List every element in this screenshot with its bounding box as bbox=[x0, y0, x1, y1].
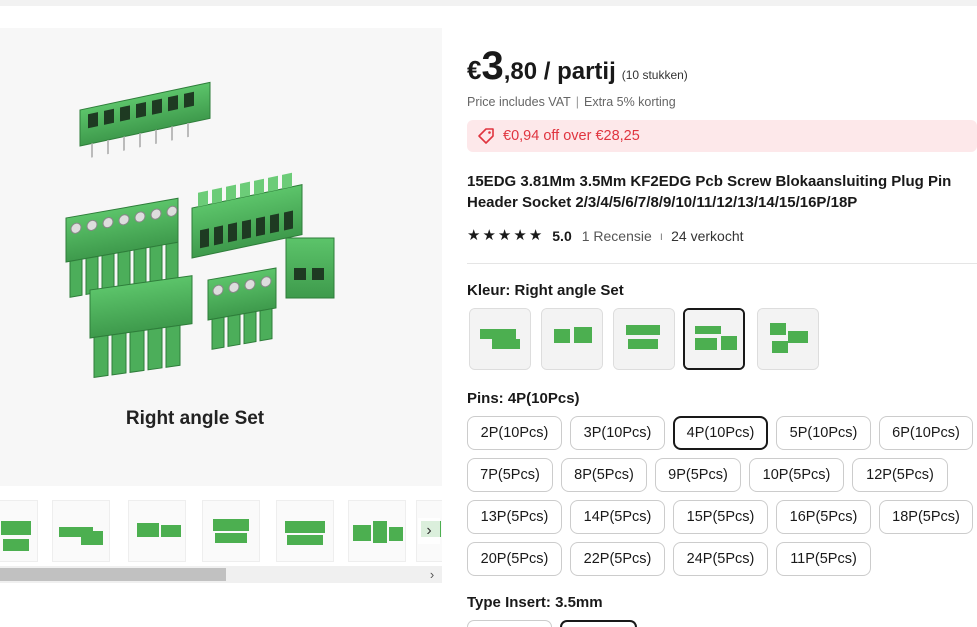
pin-option[interactable]: 3P(10Pcs) bbox=[570, 416, 665, 450]
coupon-banner[interactable]: €0,94 off over €28,25 bbox=[467, 120, 977, 152]
pin-option[interactable]: 2P(10Pcs) bbox=[467, 416, 562, 450]
pin-option[interactable]: 15P(5Pcs) bbox=[673, 500, 768, 534]
price: € 3 ,80 / partij (10 stukken) bbox=[467, 46, 688, 86]
star-icon: ★ bbox=[497, 227, 512, 244]
sold-count: 24 verkocht bbox=[671, 228, 744, 244]
pin-option[interactable]: 7P(5Pcs) bbox=[467, 458, 553, 492]
swatch-straight-set[interactable] bbox=[757, 308, 819, 370]
pin-option[interactable]: 14P(5Pcs) bbox=[570, 500, 665, 534]
vat-text: Price includes VAT bbox=[467, 95, 571, 109]
pin-option-selected[interactable]: 4P(10Pcs) bbox=[673, 416, 768, 450]
scrollbar-thumb[interactable] bbox=[0, 568, 226, 581]
pin-option[interactable]: 10P(5Pcs) bbox=[749, 458, 844, 492]
star-icon: ★ bbox=[482, 227, 496, 244]
pin-option[interactable]: 12P(5Pcs) bbox=[852, 458, 948, 492]
pin-option[interactable]: 22P(5Pcs) bbox=[570, 542, 665, 576]
scroll-right-icon[interactable]: › bbox=[426, 566, 438, 583]
price-currency: € bbox=[467, 55, 482, 85]
swatch-right-angle-set[interactable] bbox=[683, 308, 745, 370]
pin-option[interactable]: 24P(5Pcs) bbox=[673, 542, 768, 576]
pin-option[interactable]: 9P(5Pcs) bbox=[655, 458, 741, 492]
thumbnail-strip: › bbox=[0, 496, 442, 566]
tag-icon bbox=[478, 128, 494, 144]
price-integer: 3 bbox=[481, 44, 504, 88]
thumbnail[interactable] bbox=[52, 500, 110, 562]
product-title: 15EDG 3.81Mm 3.5Mm KF2EDG Pcb Screw Blok… bbox=[467, 173, 952, 211]
pin-option[interactable]: 5P(10Pcs) bbox=[776, 416, 871, 450]
top-bar bbox=[0, 0, 977, 6]
thumbnail[interactable] bbox=[0, 500, 38, 562]
main-product-image[interactable]: Right angle Set bbox=[0, 28, 442, 486]
rating-row: ★ ★ ★ ★ ★ 5.0 1 Recensie ı 24 verkocht bbox=[467, 227, 744, 245]
star-icon: ★ bbox=[467, 227, 481, 244]
thumbnail[interactable] bbox=[348, 500, 406, 562]
rating-separator: ı bbox=[659, 229, 664, 243]
divider bbox=[467, 263, 977, 264]
star-rating: ★ ★ ★ ★ ★ bbox=[467, 227, 542, 245]
pin-option[interactable]: 20P(5Pcs) bbox=[467, 542, 562, 576]
swatch-plug[interactable] bbox=[541, 308, 603, 370]
pin-option[interactable]: 16P(5Pcs) bbox=[776, 500, 871, 534]
vat-info: Price includes VAT | Extra 5% korting bbox=[467, 95, 676, 109]
swatch-straight-socket[interactable] bbox=[613, 308, 675, 370]
pin-option[interactable]: 8P(5Pcs) bbox=[561, 458, 647, 492]
chevron-right-icon[interactable]: › bbox=[418, 518, 440, 544]
thumbnail[interactable] bbox=[128, 500, 186, 562]
price-quantity: (10 stukken) bbox=[621, 68, 688, 82]
thumbnail[interactable] bbox=[202, 500, 260, 562]
color-label-prefix: Kleur: bbox=[467, 282, 515, 299]
pins-label: Pins: 4P(10Pcs) bbox=[467, 390, 580, 407]
star-icon: ★ bbox=[513, 227, 527, 244]
pin-option[interactable]: 13P(5Pcs) bbox=[467, 500, 562, 534]
pin-option[interactable]: 6P(10Pcs) bbox=[879, 416, 973, 450]
pin-option[interactable]: 11P(5Pcs) bbox=[776, 542, 871, 576]
type-insert-label: Type Insert: 3.5mm bbox=[467, 594, 603, 611]
coupon-text: €0,94 off over €28,25 bbox=[503, 128, 640, 144]
color-value: Right angle Set bbox=[514, 282, 624, 299]
reviews-link[interactable]: 1 Recensie bbox=[582, 228, 652, 244]
vat-separator: | bbox=[575, 95, 579, 109]
rating-score: 5.0 bbox=[552, 228, 572, 244]
thumbnail-scrollbar[interactable]: › bbox=[0, 566, 442, 583]
pin-option[interactable]: 18P(5Pcs) bbox=[879, 500, 973, 534]
type-insert-option[interactable] bbox=[467, 620, 552, 627]
image-caption: Right angle Set bbox=[125, 408, 265, 429]
thumbnail[interactable] bbox=[276, 500, 334, 562]
price-rest: ,80 / partij bbox=[503, 58, 616, 85]
type-insert-option-selected[interactable] bbox=[560, 620, 637, 627]
swatch-right-angle-socket[interactable] bbox=[469, 308, 531, 370]
color-label: Kleur: Right angle Set bbox=[467, 282, 624, 299]
extra-discount: Extra 5% korting bbox=[584, 95, 676, 109]
star-icon: ★ bbox=[528, 227, 543, 244]
